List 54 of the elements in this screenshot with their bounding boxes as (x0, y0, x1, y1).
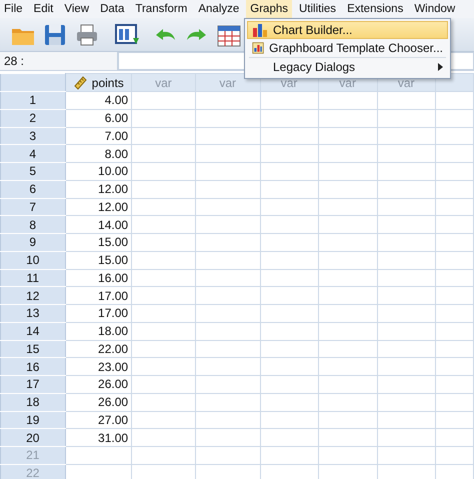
row-number[interactable]: 8 (0, 216, 66, 234)
row-number[interactable]: 10 (0, 251, 66, 269)
menu-item[interactable]: Extensions (343, 0, 408, 18)
cell-reference: 28 : (0, 52, 118, 70)
row-number[interactable]: 3 (0, 127, 66, 145)
menu-item[interactable]: Utilities (295, 0, 340, 18)
table-cell: 16.00 (98, 270, 128, 285)
row-number[interactable]: 11 (0, 269, 66, 287)
table-cell: 15.00 (98, 235, 128, 250)
table-cell: 27.00 (98, 412, 128, 427)
table-cell: 23.00 (98, 360, 128, 374)
menu-item[interactable]: Transform (131, 0, 192, 18)
row-number[interactable]: 12 (0, 286, 66, 304)
row-number[interactable]: 4 (0, 144, 66, 162)
table-cell: 12.00 (98, 200, 128, 214)
table-cell: 7.00 (104, 128, 128, 143)
table-cell: 14.00 (98, 218, 128, 232)
menu-item[interactable]: View (60, 0, 94, 18)
table-cell: 26.00 (98, 377, 128, 392)
table-cell: 26.00 (98, 395, 128, 410)
table-cell: 15.00 (98, 253, 128, 268)
row-number[interactable]: 1 (0, 92, 66, 110)
row-number[interactable]: 2 (0, 109, 66, 127)
menu-item[interactable]: Window (410, 0, 460, 18)
row-number[interactable]: 14 (0, 322, 66, 340)
table-cell: 17.00 (98, 306, 128, 320)
menu-item[interactable]: Edit (30, 0, 58, 18)
table-cell: 22.00 (98, 342, 128, 356)
table-cell: 17.00 (98, 288, 128, 303)
table-cell: 18.00 (98, 324, 128, 338)
menu-item[interactable]: Analyze (194, 0, 244, 18)
menu-option[interactable]: Graphboard Template Chooser... (247, 39, 448, 57)
row-number[interactable]: 6 (0, 180, 66, 198)
row-number[interactable]: 18 (0, 393, 66, 411)
menu-item[interactable]: File (0, 0, 27, 18)
row-number[interactable]: 17 (0, 376, 66, 394)
row-number[interactable]: 20 (0, 428, 66, 446)
row-number[interactable]: 5 (0, 162, 66, 180)
table-cell: 6.00 (104, 111, 128, 126)
menu-option[interactable]: Legacy Dialogs (247, 58, 448, 76)
table-cell: 4.00 (104, 93, 128, 108)
row-number[interactable]: 9 (0, 234, 66, 252)
menu-option[interactable]: Chart Builder... (247, 21, 448, 39)
row-number[interactable]: 16 (0, 358, 66, 376)
table-cell: 31.00 (98, 430, 128, 445)
menu-item[interactable]: Graphs (246, 0, 292, 18)
row-number[interactable]: 15 (0, 340, 66, 358)
table-cell: 8.00 (104, 146, 128, 161)
row-number[interactable]: 19 (0, 411, 66, 429)
table-cell: 10.00 (98, 164, 128, 178)
menu-item[interactable]: Data (96, 0, 128, 18)
table-cell: 12.00 (98, 182, 128, 196)
row-number[interactable]: 13 (0, 304, 66, 322)
row-number[interactable]: 7 (0, 198, 66, 216)
